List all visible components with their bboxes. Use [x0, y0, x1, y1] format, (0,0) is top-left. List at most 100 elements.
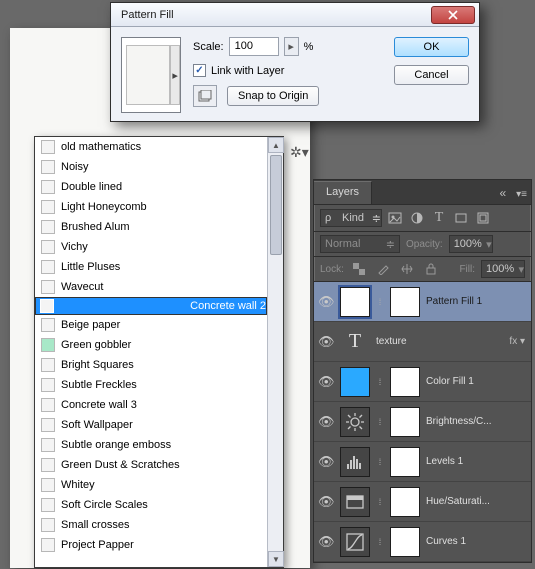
pattern-swatch-icon [41, 280, 55, 294]
layer-thumb [340, 367, 370, 397]
fx-badge[interactable]: fx ▾ [509, 336, 527, 347]
pattern-item[interactable]: Vichy [35, 237, 267, 257]
pattern-item[interactable]: Soft Wallpaper [35, 415, 267, 435]
opacity-label: Opacity: [406, 239, 443, 250]
cancel-button[interactable]: Cancel [394, 65, 469, 85]
pattern-item[interactable]: Concrete wall 3 [35, 395, 267, 415]
layer-name[interactable]: Color Fill 1 [426, 376, 527, 387]
pattern-swatch-icon [41, 518, 55, 532]
pattern-item[interactable]: Soft Circle Scales [35, 495, 267, 515]
new-preset-icon[interactable] [193, 85, 217, 107]
layer-name[interactable]: Hue/Saturati... [426, 496, 527, 507]
scale-spinner[interactable]: ▸ [284, 37, 299, 56]
layer-thumb [340, 287, 370, 317]
link-layer-checkbox[interactable]: ✓ [193, 64, 206, 77]
close-icon[interactable] [431, 6, 475, 24]
pattern-item[interactable]: Whitey [35, 475, 267, 495]
tab-layers[interactable]: Layers [314, 181, 372, 204]
blend-mode-select[interactable]: Normal≑ [320, 235, 400, 253]
filter-shape-icon[interactable] [452, 209, 470, 227]
layer-name[interactable]: Pattern Fill 1 [426, 296, 527, 307]
pattern-item[interactable]: Double lined [35, 177, 267, 197]
ok-button[interactable]: OK [394, 37, 469, 57]
layer-name[interactable]: texture [376, 336, 503, 347]
pattern-item[interactable]: Beige paper [35, 315, 267, 335]
layer-row[interactable]: 👁 ⁞ Hue/Saturati... [314, 482, 531, 522]
filter-kind-select[interactable]: ρ Kind≑ [320, 209, 382, 227]
panel-menu-icon[interactable]: ▾≡ [512, 185, 531, 204]
pattern-swatch-icon [41, 418, 55, 432]
pattern-item-label: Soft Wallpaper [61, 419, 133, 431]
visibility-icon[interactable]: 👁 [318, 494, 334, 510]
lock-paint-icon[interactable] [374, 260, 392, 278]
pattern-item-label: Soft Circle Scales [61, 499, 148, 511]
visibility-icon[interactable]: 👁 [318, 454, 334, 470]
filter-adjust-icon[interactable] [408, 209, 426, 227]
visibility-icon[interactable]: 👁 [318, 374, 334, 390]
layer-name[interactable]: Levels 1 [426, 456, 527, 467]
filter-pixel-icon[interactable] [386, 209, 404, 227]
pattern-item-label: Subtle orange emboss [61, 439, 171, 451]
pattern-item-label: Bright Squares [61, 359, 134, 371]
pattern-picker[interactable]: ▸ [121, 37, 181, 113]
layer-row[interactable]: 👁Ttexturefx ▾ [314, 322, 531, 362]
scroll-thumb[interactable] [270, 155, 282, 255]
pattern-item[interactable]: Light Honeycomb [35, 197, 267, 217]
layer-mask [390, 287, 420, 317]
link-icon: ⁞ [376, 497, 384, 507]
pattern-item[interactable]: Wavecut [35, 277, 267, 297]
pattern-item[interactable]: Subtle orange emboss [35, 435, 267, 455]
layer-name[interactable]: Brightness/C... [426, 416, 527, 427]
pattern-item[interactable]: Project Papper [35, 535, 267, 555]
pattern-item[interactable]: Noisy [35, 157, 267, 177]
snap-origin-button[interactable]: Snap to Origin [227, 86, 319, 106]
pattern-item[interactable]: Subtle Freckles [35, 375, 267, 395]
chevron-down-icon[interactable]: ▸ [170, 45, 180, 105]
visibility-icon[interactable]: 👁 [318, 534, 334, 550]
gear-icon[interactable]: ✲▾ [290, 144, 309, 161]
dropdown-scrollbar[interactable]: ▲ ▼ [267, 137, 283, 567]
pattern-swatch-icon [41, 338, 55, 352]
visibility-icon[interactable]: 👁 [318, 334, 334, 350]
panel-collapse-icon[interactable]: « [493, 182, 512, 204]
dialog-titlebar[interactable]: Pattern Fill [111, 3, 479, 27]
filter-smart-icon[interactable] [474, 209, 492, 227]
pattern-swatch-icon [41, 160, 55, 174]
pattern-item[interactable]: old mathematics [35, 137, 267, 157]
scroll-down-icon[interactable]: ▼ [268, 551, 284, 567]
fill-input[interactable]: 100%▾ [481, 260, 525, 278]
pattern-item[interactable]: Green gobbler [35, 335, 267, 355]
pattern-item[interactable]: Little Pluses [35, 257, 267, 277]
opacity-input[interactable]: 100%▾ [449, 235, 493, 253]
pattern-item-label: Little Pluses [61, 261, 120, 273]
pattern-swatch-icon [41, 398, 55, 412]
pattern-item-label: Vichy [61, 241, 88, 253]
layer-row[interactable]: 👁 ⁞ Pattern Fill 1 [314, 282, 531, 322]
pattern-item[interactable]: Small crosses [35, 515, 267, 535]
filter-type-icon[interactable]: T [430, 209, 448, 227]
pattern-item-label: Double lined [61, 181, 122, 193]
scale-input[interactable]: 100 [229, 37, 279, 56]
adjustment-icon [340, 527, 370, 557]
link-icon: ⁞ [376, 297, 384, 307]
lock-all-icon[interactable] [422, 260, 440, 278]
pattern-item-label: Brushed Alum [61, 221, 129, 233]
link-icon: ⁞ [376, 457, 384, 467]
pattern-item[interactable]: Concrete wall 2 [35, 297, 267, 315]
pattern-swatch-icon [41, 458, 55, 472]
layer-row[interactable]: 👁⁞Color Fill 1 [314, 362, 531, 402]
visibility-icon[interactable]: 👁 [318, 414, 334, 430]
lock-transparent-icon[interactable] [350, 260, 368, 278]
scroll-up-icon[interactable]: ▲ [268, 137, 284, 153]
pattern-item[interactable]: Green Dust & Scratches [35, 455, 267, 475]
layer-row[interactable]: 👁 ⁞ Levels 1 [314, 442, 531, 482]
layer-row[interactable]: 👁⁞Brightness/C... [314, 402, 531, 442]
pattern-swatch-icon [41, 378, 55, 392]
pattern-item[interactable]: Brushed Alum [35, 217, 267, 237]
lock-position-icon[interactable] [398, 260, 416, 278]
visibility-icon[interactable]: 👁 [318, 294, 334, 310]
layer-name[interactable]: Curves 1 [426, 536, 527, 547]
fill-label: Fill: [459, 264, 475, 275]
pattern-item[interactable]: Bright Squares [35, 355, 267, 375]
layer-row[interactable]: 👁⁞Curves 1 [314, 522, 531, 562]
